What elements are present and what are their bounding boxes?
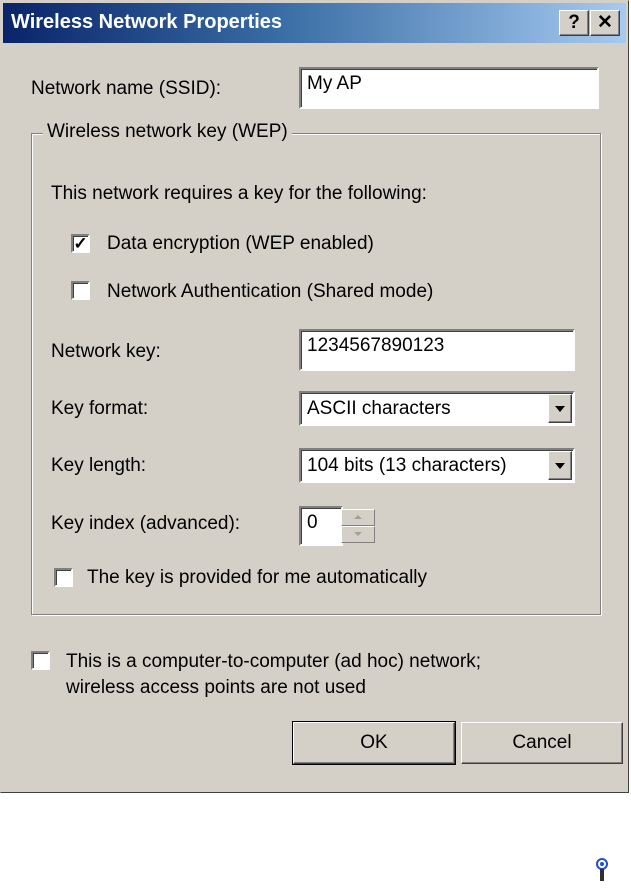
window-title: Wireless Network Properties <box>11 11 283 33</box>
wep-intro-text: This network requires a key for the foll… <box>51 183 427 204</box>
key-length-value: 104 bits (13 characters) <box>307 455 507 476</box>
arrow-down-icon <box>354 532 362 536</box>
ssid-label: Network name (SSID): <box>31 78 222 99</box>
wep-group-legend: Wireless network key (WEP) <box>43 121 292 143</box>
key-index-label: Key index (advanced): <box>51 513 241 534</box>
key-format-select[interactable]: ASCII characters <box>299 391 575 426</box>
ok-button[interactable]: OK <box>292 721 456 765</box>
key-length-dropdown-button[interactable] <box>548 451 572 480</box>
key-format-label: Key format: <box>51 398 149 419</box>
key-index-input[interactable]: 0 <box>299 506 343 546</box>
key-index-spinner[interactable] <box>341 509 375 543</box>
key-length-label: Key length: <box>51 455 147 476</box>
key-format-value: ASCII characters <box>307 398 451 419</box>
help-button[interactable]: ? <box>559 10 589 36</box>
network-authentication-label[interactable]: Network Authentication (Shared mode) <box>107 281 433 303</box>
cancel-button[interactable]: Cancel <box>461 722 623 764</box>
wireless-network-icon[interactable] <box>592 857 612 883</box>
ssid-input[interactable]: My AP <box>299 67 599 109</box>
network-key-input[interactable]: 1234567890123 <box>299 329 575 371</box>
adhoc-checkbox[interactable] <box>31 651 50 670</box>
auto-key-checkbox[interactable] <box>54 568 73 587</box>
chevron-down-icon <box>555 463 565 469</box>
data-encryption-label[interactable]: Data encryption (WEP enabled) <box>107 233 374 255</box>
title-bar[interactable]: Wireless Network Properties ? ✕ <box>3 3 626 43</box>
network-key-label: Network key: <box>51 341 161 362</box>
chevron-down-icon <box>555 406 565 412</box>
adhoc-label-line1[interactable]: This is a computer-to-computer (ad hoc) … <box>66 651 481 673</box>
spin-up-button[interactable] <box>341 509 375 526</box>
wireless-network-properties-dialog: Wireless Network Properties ? ✕ Network … <box>0 0 629 793</box>
adhoc-label-line2[interactable]: wireless access points are not used <box>66 677 366 699</box>
key-format-dropdown-button[interactable] <box>548 394 572 423</box>
network-authentication-checkbox[interactable] <box>71 281 90 300</box>
data-encryption-checkbox[interactable]: ✓ <box>71 234 90 253</box>
auto-key-label[interactable]: The key is provided for me automatically <box>87 567 427 589</box>
close-button[interactable]: ✕ <box>590 10 620 36</box>
spin-down-button[interactable] <box>341 526 375 543</box>
checkmark-icon: ✓ <box>73 234 88 253</box>
key-length-select[interactable]: 104 bits (13 characters) <box>299 448 575 483</box>
arrow-up-icon <box>354 515 362 519</box>
